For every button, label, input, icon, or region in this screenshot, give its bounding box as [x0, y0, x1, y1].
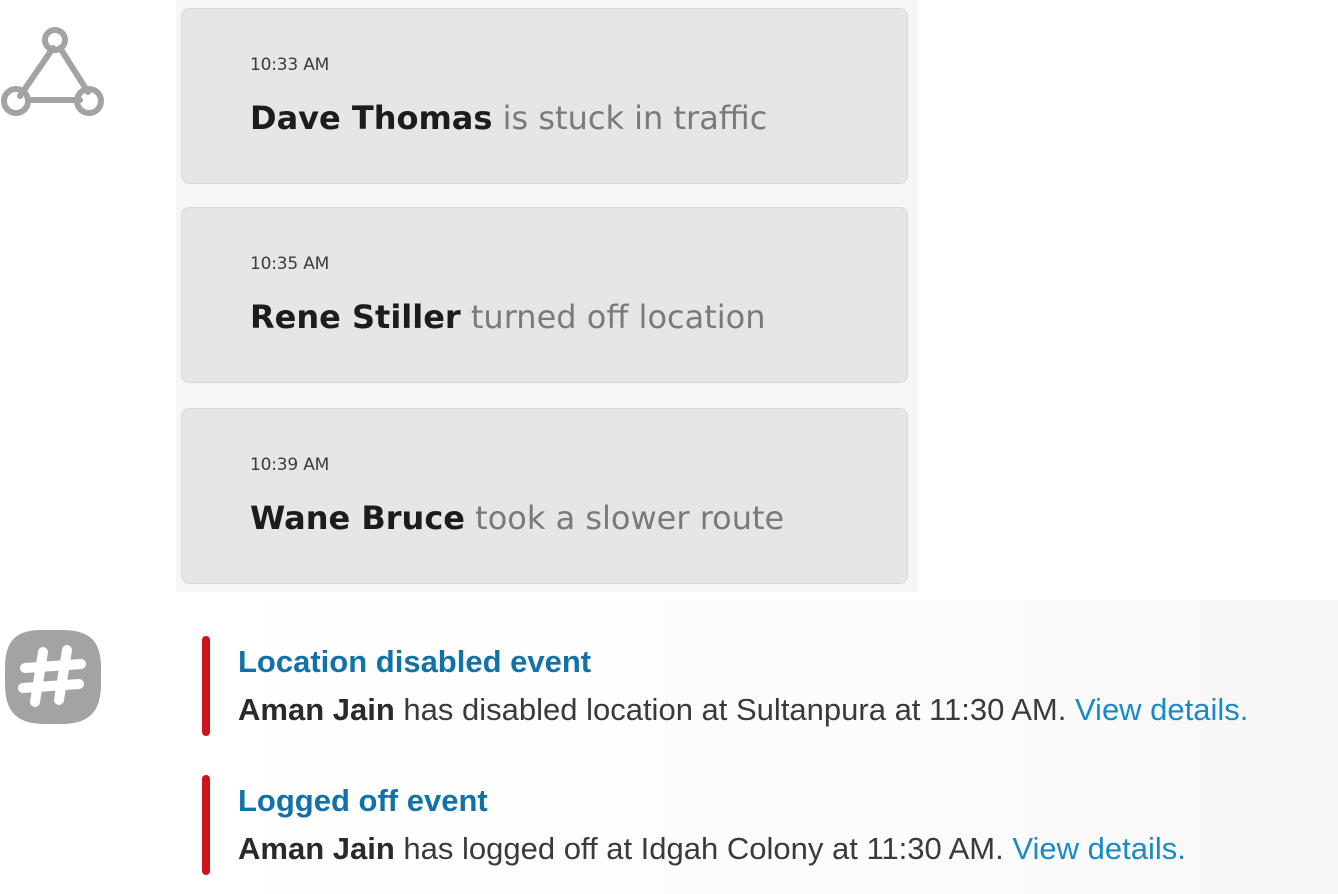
view-details-link[interactable]: View details.: [1012, 831, 1185, 866]
notification-card[interactable]: 10:39 AM Wane Bruce took a slower route: [181, 408, 908, 584]
view-details-link[interactable]: View details.: [1075, 692, 1248, 727]
notification-card[interactable]: 10:35 AM Rene Stiller turned off locatio…: [181, 207, 908, 383]
event-body: Aman Jain has disabled location at Sulta…: [238, 692, 1248, 728]
event-description: has logged off at Idgah Colony at 11:30 …: [394, 831, 1013, 866]
card-time: 10:33 AM: [250, 55, 330, 75]
card-status: turned off location: [460, 298, 766, 336]
event-severity-bar: [202, 775, 210, 875]
card-person: Dave Thomas: [250, 99, 493, 137]
card-time: 10:39 AM: [250, 455, 330, 475]
event-title: Logged off event: [238, 783, 488, 818]
event-severity-bar: [202, 636, 210, 736]
hash-icon: [5, 630, 101, 724]
event-title: Location disabled event: [238, 644, 592, 679]
card-message: Wane Bruce took a slower route: [250, 499, 784, 537]
graph-nodes-icon: [1, 27, 104, 116]
card-person: Rene Stiller: [250, 298, 461, 336]
event-item: Logged off event Aman Jain has logged of…: [202, 775, 1322, 875]
card-status: took a slower route: [465, 499, 785, 537]
card-time: 10:35 AM: [250, 254, 330, 274]
event-person: Aman Jain: [238, 831, 395, 866]
event-person: Aman Jain: [238, 692, 395, 727]
event-item: Location disabled event Aman Jain has di…: [202, 636, 1322, 736]
card-message: Dave Thomas is stuck in traffic: [250, 99, 767, 137]
notification-card[interactable]: 10:33 AM Dave Thomas is stuck in traffic: [181, 8, 908, 184]
card-status: is stuck in traffic: [492, 99, 768, 137]
event-body: Aman Jain has logged off at Idgah Colony…: [238, 831, 1186, 867]
card-person: Wane Bruce: [250, 499, 465, 537]
event-description: has disabled location at Sultanpura at 1…: [394, 692, 1075, 727]
card-message: Rene Stiller turned off location: [250, 298, 766, 336]
